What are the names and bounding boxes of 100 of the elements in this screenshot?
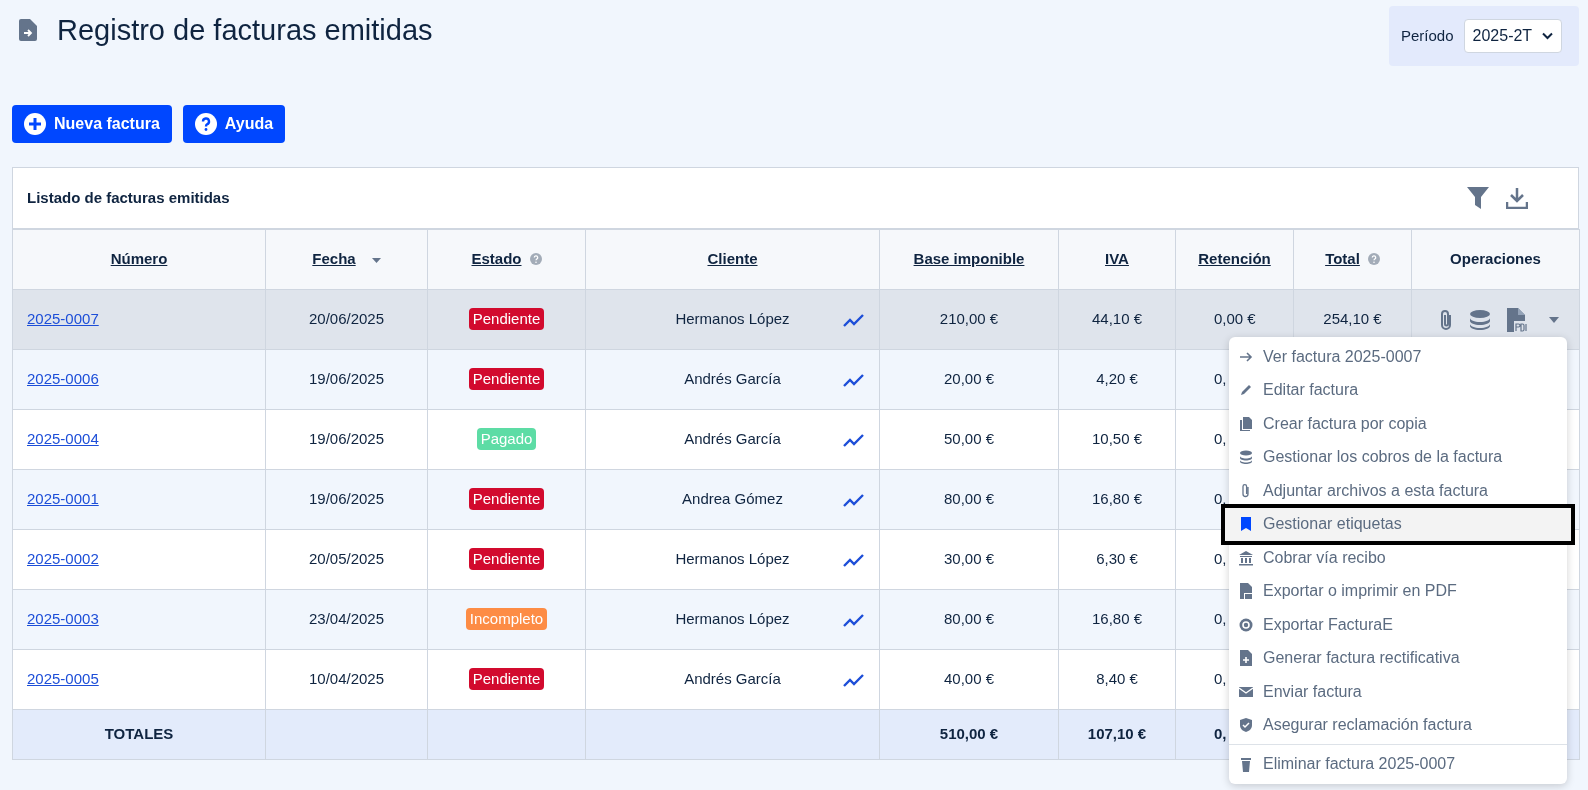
status-badge: Pendiente <box>468 548 545 571</box>
help-button[interactable]: Ayuda <box>182 105 286 143</box>
trend-chart-icon[interactable] <box>843 492 865 507</box>
table-cell: 44,10 € <box>1091 310 1142 328</box>
invoice-link[interactable]: 2025-0007 <box>27 310 99 328</box>
table-cell: 210,00 € <box>939 310 999 328</box>
coins-stack-icon <box>1238 449 1254 466</box>
bookmark-icon <box>1238 516 1254 533</box>
table-cell: 23/04/2025 <box>308 610 385 628</box>
shield-check-icon <box>1238 717 1254 734</box>
table-cell: 50,00 € <box>943 430 994 448</box>
status-badge: Pendiente <box>468 488 545 511</box>
client-name: Andrés García <box>684 370 781 388</box>
status-badge: Incompleto <box>465 608 548 631</box>
table-cell: 0,00 € <box>1214 310 1256 328</box>
trend-chart-icon[interactable] <box>843 612 865 627</box>
page-title: Registro de facturas emitidas <box>57 13 433 48</box>
trend-chart-icon[interactable] <box>843 432 865 447</box>
table-cell: 16,80 € <box>1091 490 1142 508</box>
paperclip-icon[interactable] <box>1438 308 1453 331</box>
table-cell: 19/06/2025 <box>308 370 385 388</box>
table-cell: 0, <box>1214 370 1227 388</box>
trash-icon <box>1238 755 1254 772</box>
filter-icon[interactable] <box>1467 187 1489 209</box>
column-sort-link[interactable]: Cliente <box>707 250 758 268</box>
total-value: 0, <box>1214 725 1227 743</box>
pdf-file-icon <box>1238 583 1254 600</box>
download-icon[interactable] <box>1506 187 1528 209</box>
bank-icon <box>1238 549 1254 566</box>
table-title: Listado de facturas emitidas <box>27 187 230 208</box>
file-plus-icon <box>1238 650 1254 667</box>
trend-chart-icon[interactable] <box>843 672 865 687</box>
table-cell: 40,00 € <box>943 670 994 688</box>
invoice-link[interactable]: 2025-0002 <box>27 550 99 568</box>
menu-item[interactable]: Cobrar vía recibo <box>1229 541 1567 575</box>
menu-item[interactable]: Editar factura <box>1229 373 1567 407</box>
total-value: 107,10 € <box>1087 725 1147 743</box>
invoice-row[interactable]: 2025-0007 20/06/2025 Pendiente Hermanos López 210,00 € 44,10 € 0,00 € 254,10 € <box>12 289 1580 350</box>
menu-item[interactable]: Asegurar reclamación factura <box>1229 708 1567 742</box>
client-name: Andrés García <box>684 430 781 448</box>
column-sort-link[interactable]: Fecha <box>312 250 356 268</box>
table-cell: 4,20 € <box>1096 370 1138 388</box>
invoice-link[interactable]: 2025-0003 <box>27 610 99 628</box>
table-cell: 254,10 € <box>1323 310 1382 328</box>
client-name: Andrea Gómez <box>682 490 783 508</box>
caret-down-icon[interactable] <box>1548 316 1559 323</box>
sort-caret-icon[interactable] <box>371 258 381 264</box>
menu-item[interactable]: Adjuntar archivos a esta factura <box>1229 474 1567 508</box>
column-sort-link[interactable]: Número <box>110 250 168 268</box>
client-name: Hermanos López <box>675 610 790 628</box>
copy-icon <box>1238 415 1254 432</box>
menu-item[interactable]: Enviar factura <box>1229 675 1567 709</box>
status-badge: Pendiente <box>468 368 545 391</box>
table-cell: 0, <box>1214 610 1227 628</box>
column-sort-link[interactable]: Total <box>1325 250 1360 268</box>
table-cell: 19/06/2025 <box>308 490 385 508</box>
pdf-file-icon[interactable] <box>1506 307 1527 332</box>
column-sort-link[interactable]: Estado <box>471 250 522 268</box>
column-sort-link[interactable]: Base imponible <box>913 250 1025 268</box>
period-select[interactable]: 2025-2T <box>1463 19 1562 53</box>
table-cell: 6,30 € <box>1096 550 1138 568</box>
menu-item[interactable]: Eliminar factura 2025-0007 <box>1229 747 1567 781</box>
menu-item[interactable]: Exportar FacturaE <box>1229 608 1567 642</box>
table-cell: 20,00 € <box>943 370 994 388</box>
table-cell: 0, <box>1214 670 1227 688</box>
question-circle-icon <box>194 113 217 135</box>
invoice-link[interactable]: 2025-0005 <box>27 670 99 688</box>
table-cell: 0, <box>1214 430 1227 448</box>
period-label: Período <box>1401 25 1454 46</box>
table-cell: 8,40 € <box>1096 670 1138 688</box>
table-cell: 10,50 € <box>1091 430 1142 448</box>
invoice-link[interactable]: 2025-0004 <box>27 430 99 448</box>
total-value: 510,00 € <box>939 725 999 743</box>
table-cell: 16,80 € <box>1091 610 1142 628</box>
client-name: Andrés García <box>684 670 781 688</box>
column-sort-link[interactable]: Retención <box>1198 250 1271 268</box>
coins-stack-icon[interactable] <box>1468 309 1491 330</box>
trend-chart-icon[interactable] <box>843 372 865 387</box>
table-cell: 0, <box>1214 550 1227 568</box>
circle-icon <box>1238 616 1254 633</box>
trend-chart-icon[interactable] <box>843 312 865 327</box>
table-cell: 80,00 € <box>943 610 994 628</box>
menu-item[interactable]: Crear factura por copia <box>1229 407 1567 441</box>
table-cell: 80,00 € <box>943 490 994 508</box>
trend-chart-icon[interactable] <box>843 552 865 567</box>
table-cell: 20/05/2025 <box>308 550 385 568</box>
new-invoice-button[interactable]: Nueva factura <box>12 105 172 143</box>
table-cell: 30,00 € <box>943 550 994 568</box>
document-arrow-icon <box>19 19 37 41</box>
chevron-down-icon <box>1541 32 1553 40</box>
client-name: Hermanos López <box>675 550 790 568</box>
status-badge: Pendiente <box>468 308 545 331</box>
status-badge: Pagado <box>476 428 537 451</box>
invoice-link[interactable]: 2025-0001 <box>27 490 99 508</box>
column-sort-link[interactable]: IVA <box>1105 250 1129 268</box>
totals-label: TOTALES <box>104 725 174 743</box>
table-cell: 20/06/2025 <box>308 310 385 328</box>
column-header: Operaciones <box>1450 250 1541 268</box>
plus-circle-icon <box>24 113 46 135</box>
invoice-link[interactable]: 2025-0006 <box>27 370 99 388</box>
